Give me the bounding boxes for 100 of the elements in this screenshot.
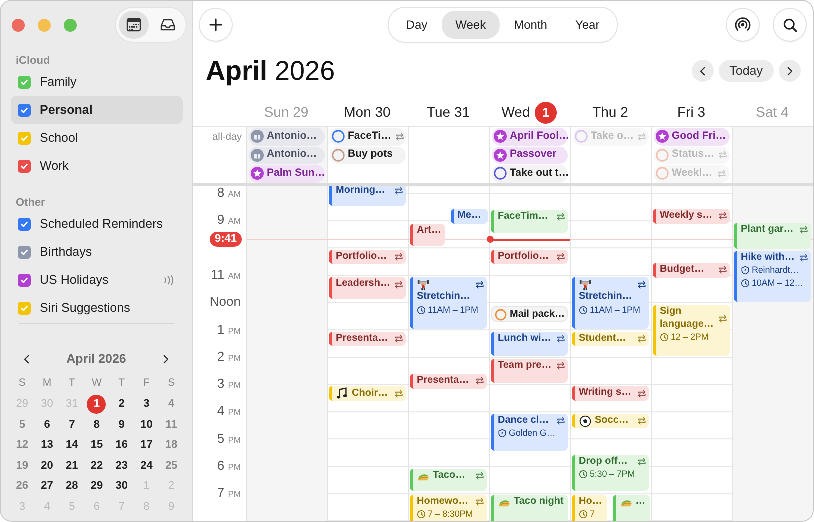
calendar-event[interactable]: Choir… <box>329 386 406 401</box>
day-number[interactable]: 23 <box>112 456 132 476</box>
calendar-event[interactable]: Taco night <box>491 494 568 521</box>
calendar-event[interactable]: Stretchin… 11AM – 1PM <box>410 277 487 329</box>
view-tab[interactable]: Day <box>392 11 442 39</box>
calendar-event[interactable]: Portfolio… <box>329 250 406 264</box>
sidebar-item[interactable]: Work <box>11 152 183 180</box>
day-number[interactable]: 17 <box>137 436 156 455</box>
calendar-event[interactable]: Portfolio… <box>491 250 568 264</box>
checkbox[interactable] <box>18 104 31 116</box>
sidebar-item[interactable]: Scheduled Reminders <box>11 210 183 238</box>
checkbox[interactable] <box>18 302 31 314</box>
day-number[interactable]: 22 <box>87 456 106 476</box>
sidebar-item[interactable]: US Holidays <box>11 266 183 294</box>
calendar-event[interactable]: Presenta… <box>329 332 406 346</box>
calendar-event[interactable]: Team pre… <box>491 359 568 384</box>
day-number[interactable]: 24 <box>137 456 156 476</box>
event-title: Me… <box>458 210 482 223</box>
calendar-event[interactable]: Art… <box>410 224 445 246</box>
sidebar-item[interactable]: Birthdays <box>11 238 183 266</box>
calendar-event[interactable]: FaceTim… <box>491 210 568 234</box>
event-title: Morning… <box>336 186 386 198</box>
calendar-event[interactable]: Mail pack… <box>491 306 568 322</box>
calendar-event[interactable]: Homewo… 7 – 8:30PM <box>410 494 487 521</box>
broadcast-button[interactable] <box>727 9 759 41</box>
checkbox[interactable] <box>18 76 31 88</box>
all-day-event[interactable]: April Fool… <box>492 128 568 146</box>
next-week-button[interactable] <box>779 60 801 82</box>
calendar-event[interactable]: Presenta… <box>410 374 487 389</box>
calendar-event[interactable]: Lunch wi… <box>491 332 568 356</box>
checkbox[interactable] <box>18 132 31 144</box>
event-time: 7 – 8:30PM <box>428 508 474 521</box>
day-number[interactable]: 1 <box>87 394 106 414</box>
day-number[interactable]: 15 <box>87 436 106 455</box>
calendar-event[interactable]: Ho… 7 <box>572 494 607 521</box>
clock-icon <box>417 510 426 519</box>
day-number[interactable]: 9 <box>112 415 132 434</box>
calendar-event[interactable]: Stretchin… 11AM – 1PM <box>572 277 649 329</box>
calendar-event[interactable]: Hike with… Reinhardt… 10AM – 12… <box>734 250 811 302</box>
event-time: 11AM – 1PM <box>428 304 478 316</box>
event-title: Presenta… <box>336 332 388 346</box>
calendar-event[interactable]: … <box>612 494 650 521</box>
calendar-event[interactable]: Leadersh… <box>329 277 406 300</box>
sidebar-item[interactable]: Personal <box>11 96 183 124</box>
all-day-event[interactable]: FaceTi… <box>330 128 406 146</box>
day-number[interactable]: 29 <box>87 476 106 496</box>
view-tab[interactable]: Week <box>442 11 500 39</box>
event-title: Team pre… <box>498 360 552 373</box>
day-number[interactable]: 13 <box>38 436 57 455</box>
day-number[interactable]: 16 <box>112 436 132 455</box>
all-day-event[interactable]: Antonio… <box>249 128 325 146</box>
day-number[interactable]: 27 <box>38 476 57 496</box>
today-button[interactable]: Today <box>718 60 774 82</box>
calendar-event[interactable]: Budget… <box>653 263 730 278</box>
day-number[interactable]: 2 <box>112 394 132 414</box>
event-title: Budget… <box>660 264 704 277</box>
sidebar-item[interactable]: School <box>11 124 183 152</box>
checkbox[interactable] <box>18 218 31 230</box>
checkbox[interactable] <box>18 246 31 258</box>
day-number[interactable]: 6 <box>38 415 57 434</box>
view-tab[interactable]: Month <box>500 11 562 39</box>
close-button[interactable] <box>12 18 25 32</box>
calendar-event[interactable]: Weekly s… <box>653 209 730 224</box>
weekday-label: M <box>42 376 52 391</box>
day-number[interactable]: 10 <box>137 415 156 434</box>
sidebar-item[interactable]: Family <box>11 68 183 96</box>
add-button[interactable] <box>200 9 232 41</box>
calendar-event[interactable]: Plant gar… <box>734 223 811 248</box>
calendar-event[interactable]: Drop off… 5:30 – 7PM <box>572 454 649 492</box>
calendar-event[interactable]: Me… <box>450 209 488 224</box>
location-icon <box>498 429 507 438</box>
checkbox[interactable] <box>18 160 31 172</box>
all-day-event[interactable]: Buy pots <box>330 146 406 164</box>
day-number[interactable]: 28 <box>62 476 82 496</box>
calendar-event[interactable]: Taco… <box>410 468 487 492</box>
all-day-event[interactable]: Palm Sun… <box>249 165 325 182</box>
all-day-event[interactable]: Take out t… <box>492 165 568 182</box>
day-number[interactable]: 30 <box>112 476 132 496</box>
calendar-button[interactable] <box>119 11 149 39</box>
day-number[interactable]: 21 <box>62 456 82 476</box>
all-day-event[interactable]: Antonio… <box>249 146 325 164</box>
calendar-event[interactable]: Student… <box>572 332 649 346</box>
calendar-event[interactable]: Writing s… <box>572 386 649 401</box>
previous-week-button[interactable] <box>692 60 714 82</box>
music-notes-icon <box>336 387 349 400</box>
view-tab[interactable]: Year <box>561 11 614 39</box>
day-number[interactable]: 8 <box>87 415 106 434</box>
checkbox[interactable] <box>18 274 31 286</box>
calendar-event[interactable]: Sign language… 12 – 2PM <box>653 305 730 356</box>
all-day-event[interactable]: Good Fri… <box>654 128 730 146</box>
calendar-event[interactable]: Dance cl… Golden G… <box>491 414 568 451</box>
sidebar-item[interactable]: Siri Suggestions <box>11 294 183 322</box>
day-number[interactable]: 20 <box>38 456 57 476</box>
day-number[interactable]: 7 <box>62 415 82 434</box>
search-button[interactable] <box>774 9 806 41</box>
all-day-event[interactable]: Passover <box>492 146 568 164</box>
calendar-event[interactable]: Morning… <box>329 186 406 206</box>
day-number[interactable]: 3 <box>137 394 156 414</box>
calendar-event[interactable]: Socc… <box>572 414 649 428</box>
day-number[interactable]: 14 <box>62 436 82 455</box>
